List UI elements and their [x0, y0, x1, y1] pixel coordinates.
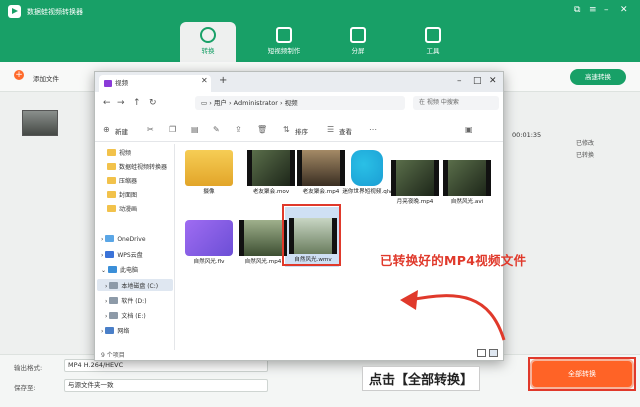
annotation-converted-note: 已转换好的MP4视频文件 — [380, 253, 527, 268]
arrow-overlay — [400, 290, 506, 341]
annotation-arrow — [409, 294, 506, 341]
annotation-click-note: 点击【全部转换】 — [362, 366, 481, 391]
arrow-head — [400, 290, 418, 310]
